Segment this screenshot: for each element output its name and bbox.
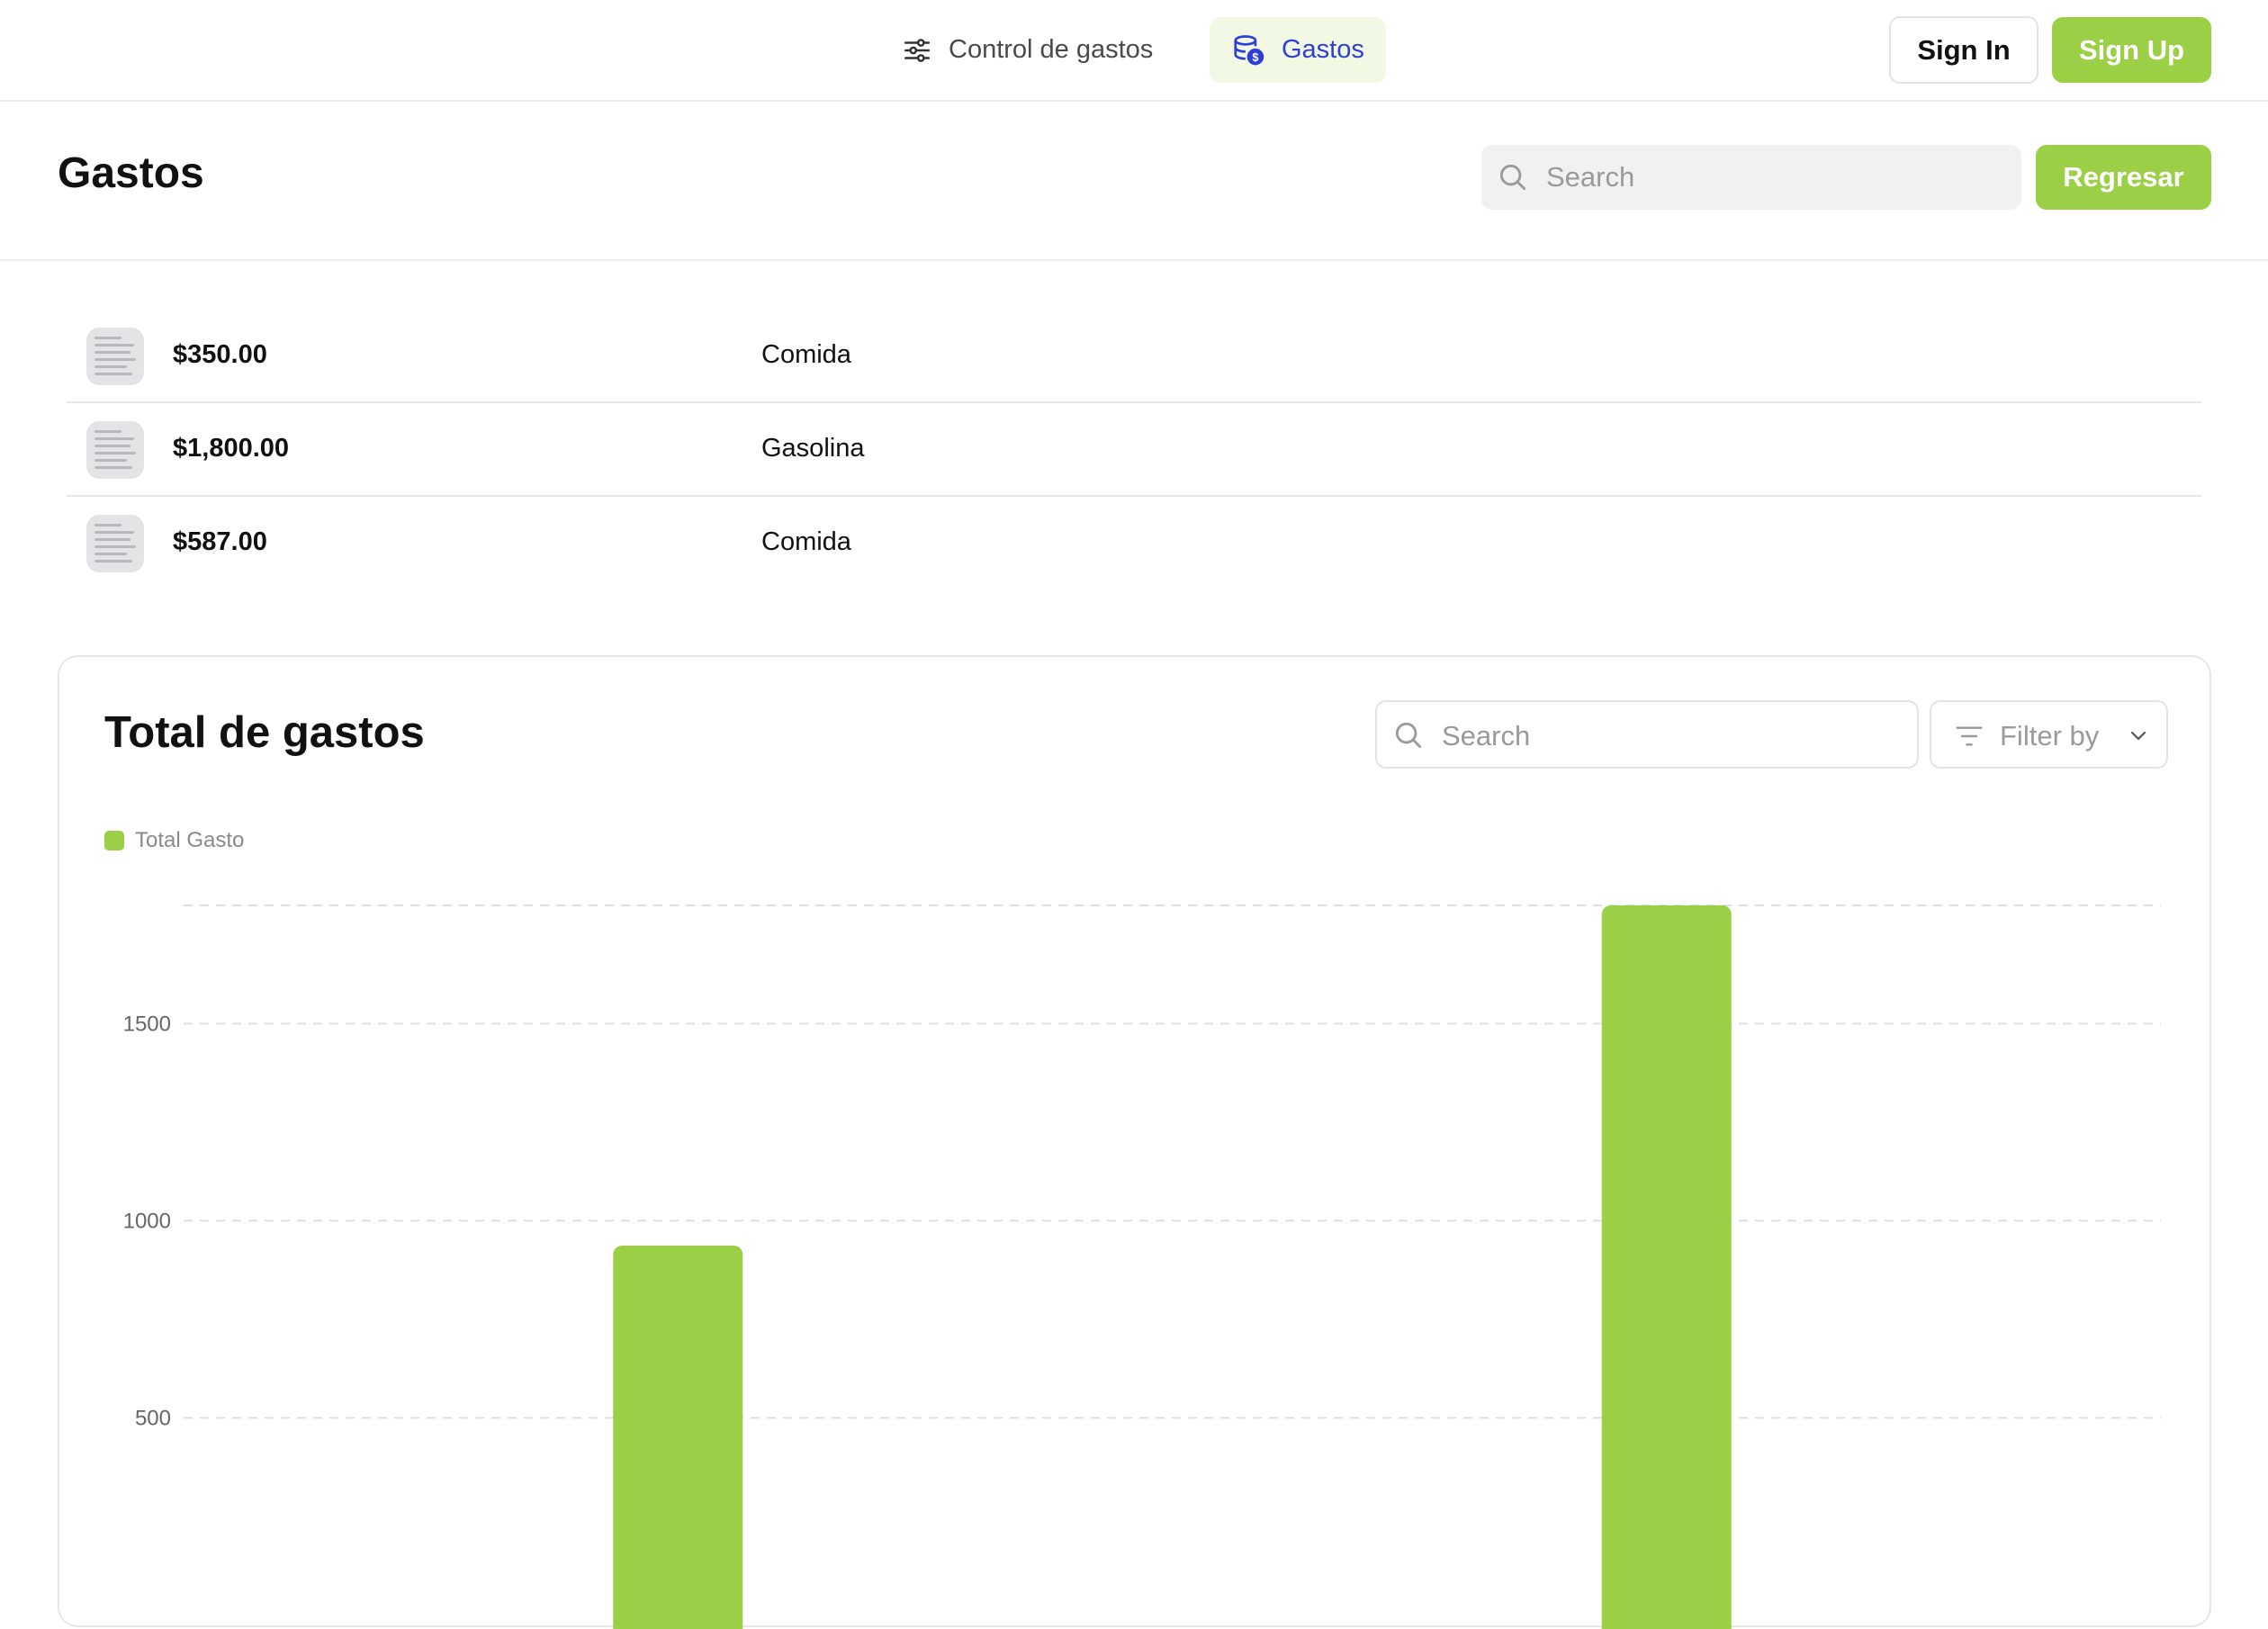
top-navigation: Control de gastos $ Gastos Sign In Sign … [0, 0, 2268, 102]
bar-chart: 500 1000 1500 [123, 904, 2161, 1629]
receipt-thumbnail [86, 421, 144, 479]
sign-up-button[interactable]: Sign Up [2052, 17, 2211, 83]
receipt-thumbnail [86, 328, 144, 385]
page-title: Gastos [58, 149, 204, 197]
back-button[interactable]: Regresar [2036, 145, 2211, 210]
expense-category: Comida [761, 527, 851, 556]
search-placeholder: Search [1442, 720, 1531, 752]
card-title: Total de gastos [104, 708, 425, 757]
bar-comida[interactable] [613, 1245, 743, 1629]
receipt-thumbnail [86, 515, 144, 572]
bar-gasolina[interactable] [1601, 905, 1732, 1629]
y-tick-label: 1500 [123, 1012, 171, 1036]
nav-item-label: Gastos [1282, 35, 1364, 64]
expense-amount: $587.00 [173, 527, 267, 556]
chevron-down-icon [2128, 727, 2149, 750]
filter-by-dropdown[interactable]: Filter by [1930, 700, 2168, 769]
y-tick-label: 500 [135, 1406, 171, 1430]
legend-swatch [104, 831, 124, 850]
search-icon [1391, 718, 1426, 757]
nav-item-control-de-gastos[interactable]: Control de gastos [880, 17, 1174, 83]
svg-text:$: $ [1252, 50, 1258, 63]
expense-amount: $1,800.00 [173, 434, 290, 463]
list-item[interactable]: $350.00 Comida [67, 310, 2201, 403]
sign-in-button[interactable]: Sign In [1889, 16, 2038, 84]
expense-category: Comida [761, 340, 851, 369]
total-gastos-card: 500 1000 1500 Total de gastos Search Filte… [58, 655, 2211, 1629]
chart-legend: Total Gasto [104, 828, 244, 853]
search-input[interactable]: Search [1481, 145, 2021, 210]
nav-item-gastos[interactable]: $ Gastos [1210, 17, 1386, 83]
filter-icon [1955, 724, 1984, 753]
legend-label: Total Gasto [135, 828, 245, 852]
coins-database-icon: $ [1231, 33, 1265, 68]
nav-item-label: Control de gastos [949, 35, 1154, 64]
search-icon [1496, 160, 1530, 199]
expense-list: $350.00 Comida $1,800.00 Gasolina $587.0… [67, 310, 2201, 590]
list-item[interactable]: $587.00 Comida [67, 497, 2201, 590]
expense-amount: $350.00 [173, 340, 267, 369]
chart-search-input[interactable]: Search [1375, 700, 1919, 769]
expense-category: Gasolina [761, 434, 865, 463]
page-header: Gastos Search Regresar [0, 102, 2268, 261]
search-placeholder: Search [1546, 161, 1635, 193]
list-item[interactable]: $1,800.00 Gasolina [67, 403, 2201, 497]
filter-label: Filter by [2000, 720, 2100, 752]
sliders-icon [902, 35, 932, 66]
y-tick-label: 1000 [123, 1209, 171, 1233]
